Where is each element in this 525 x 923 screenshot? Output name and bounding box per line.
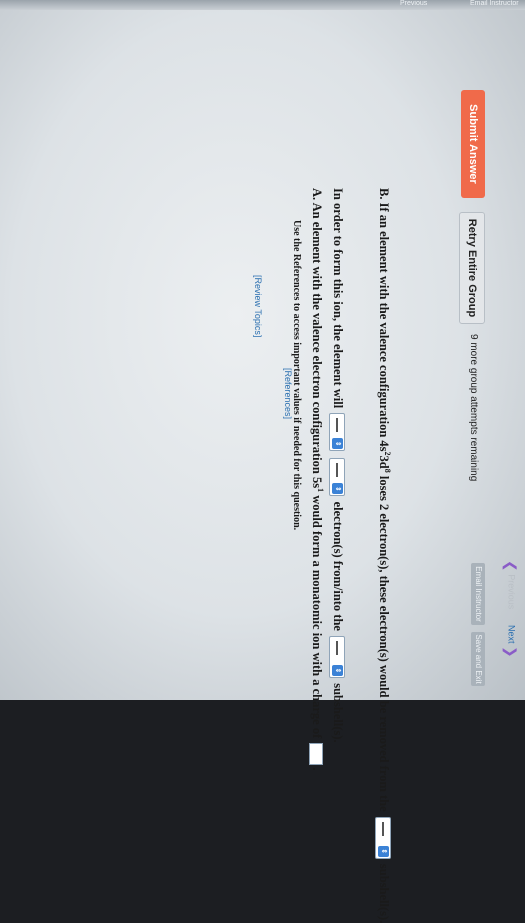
save-and-exit-button[interactable]: Save and Exit	[471, 632, 485, 686]
question-a-text-4: electron(s) from/into the	[331, 501, 345, 631]
review-topics-link[interactable]: [Review Topics]	[253, 275, 263, 337]
question-a-text-3: In order to form this ion, the element w…	[331, 188, 345, 409]
screen: Previous Email Instructor [Review Topics…	[0, 0, 525, 923]
question-b-line: B. If an element with the valence config…	[374, 188, 392, 923]
select-blank	[335, 641, 338, 656]
chevron-updown-icon: ⇕	[331, 483, 343, 495]
references-hint: Use the References to access important v…	[291, 220, 302, 531]
submit-answer-button[interactable]: Submit Answer	[461, 90, 485, 198]
question-b-text-2: 3d	[376, 455, 391, 469]
select-blank	[381, 821, 384, 836]
previous-nav[interactable]: ❮ Previous	[503, 560, 519, 610]
next-nav[interactable]: Next ❯	[503, 625, 519, 658]
email-instructor-button[interactable]: Email Instructor	[471, 563, 485, 625]
question-a-line1: A. An element with the valence electron …	[308, 188, 325, 771]
gain-lose-select[interactable]: ⇕	[328, 413, 345, 452]
chevron-updown-icon: ⇕	[377, 845, 389, 857]
chevron-updown-icon: ⇕	[331, 438, 343, 450]
arrow-right-icon: ❯	[503, 646, 519, 658]
question-a-line2: In order to form this ion, the element w…	[328, 188, 345, 743]
subshell-a-select[interactable]: ⇕	[328, 636, 345, 679]
question-b-text-1: B. If an element with the valence config…	[376, 188, 391, 452]
electron-count-select[interactable]: ⇕	[328, 458, 345, 497]
arrow-left-icon: ❮	[503, 560, 519, 572]
attempts-remaining: 9 more group attempts remaining	[468, 334, 479, 482]
select-blank	[335, 418, 338, 433]
question-a-text-1: A. An element with the valence electron …	[309, 188, 324, 489]
subshell-b-select[interactable]: ⇕	[374, 816, 391, 859]
previous-label: Previous	[506, 574, 517, 610]
question-a-text-5: subshell(s).	[331, 683, 345, 743]
charge-input[interactable]	[308, 743, 323, 766]
select-blank	[335, 463, 338, 478]
next-label: Next	[506, 625, 517, 644]
question-b-text-3: loses 2 electron(s), these electron(s) w…	[376, 472, 391, 812]
question-content: [Review Topics] [References] Use the Ref…	[0, 0, 525, 923]
question-b-text-4: subshell(s).	[376, 863, 391, 923]
question-a-text-2: would form a monatomic ion with a charge…	[309, 492, 324, 739]
chevron-updown-icon: ⇕	[331, 665, 343, 677]
retry-entire-group-button[interactable]: Retry Entire Group	[459, 212, 485, 324]
question-a-period: .	[309, 767, 324, 771]
